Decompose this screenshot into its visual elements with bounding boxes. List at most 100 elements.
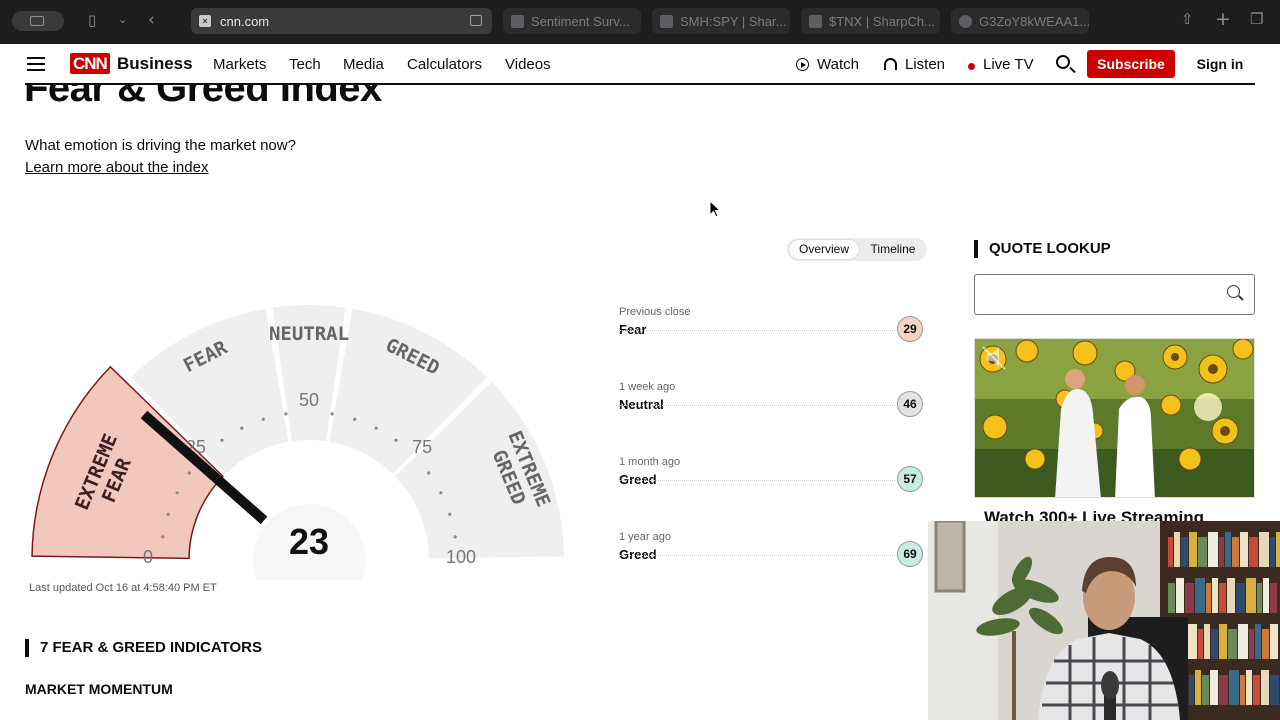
mouse-cursor-icon [709,200,722,218]
listen-link[interactable]: Listen [905,56,945,73]
book [1195,670,1201,705]
share-icon[interactable]: ⇧ [1181,12,1194,27]
browser-tab[interactable]: $TNX | SharpCh... [801,8,940,34]
book [1211,629,1218,659]
gauge-scale-dot [453,535,457,539]
book [1270,537,1275,567]
gauge-scale-dot [448,512,452,516]
book [1219,624,1227,659]
reader-icon[interactable] [470,15,482,26]
book [1168,537,1173,567]
search-icon[interactable] [1227,285,1240,298]
header-divider [25,83,1255,85]
new-tab-icon[interactable]: + [1215,10,1231,29]
learn-more-link[interactable]: Learn more about the index [25,159,208,176]
watch-link[interactable]: Watch [817,56,859,73]
history-label: Previous close [619,306,691,318]
book [1204,624,1210,659]
fear-greed-gauge: 0255075100EXTREMEFEARFEARNEUTRALGREEDEXT… [31,305,564,580]
book [1255,624,1261,659]
quote-lookup-heading: QUOTE LOOKUP [974,240,1111,258]
nav-link-tech[interactable]: Tech [289,56,321,73]
video-thumbnail[interactable] [974,338,1255,498]
book [1246,578,1256,613]
menu-icon[interactable] [27,57,45,71]
book [1240,532,1248,567]
site-favicon-icon: × [199,15,211,27]
history-label: 1 month ago [619,456,681,468]
dotted-leader [619,480,895,481]
gauge-tick-label: 100 [446,547,476,567]
book [1249,537,1258,567]
tab-favicon-icon [809,15,822,28]
book [1225,532,1231,567]
history-label: 1 week ago [619,381,676,393]
live-dot-icon [968,63,975,70]
book [1259,532,1269,567]
gauge-value: 23 [289,521,329,562]
book [1276,532,1280,567]
business-logo-text[interactable]: Business [117,54,193,74]
book [1189,532,1197,567]
gauge-scale-dot [394,438,398,442]
live-tv-link[interactable]: Live TV [983,56,1034,73]
book [1219,537,1224,567]
play-circle-icon [796,58,809,71]
search-icon[interactable] [1056,55,1070,69]
history-score-badge: 29 [897,316,923,342]
headphones-icon [884,58,897,70]
chevron-down-icon[interactable]: ⌄ [118,14,127,25]
book [1168,583,1175,613]
gauge-tick-label: 75 [412,437,432,457]
book [1202,675,1209,705]
book [1176,578,1184,613]
browser-tab[interactable]: G3ZoY8kWEAA1... [951,8,1089,34]
zone-label-neutral: NEUTRAL [269,323,349,345]
book [1198,537,1207,567]
gauge-scale-dot [187,471,191,475]
tab-favicon-icon [511,15,524,28]
browser-toolbar: ▯ ⌄ ‹ × cnn.com Sentiment Surv... SMH:SP… [0,0,1280,44]
sidebar-icon[interactable]: ▯ [88,13,96,28]
browser-tab[interactable]: Sentiment Surv... [503,8,641,34]
gauge-scale-dot [353,417,357,421]
tab-favicon-icon [660,15,673,28]
book [1219,675,1228,705]
book [1187,624,1197,659]
nav-link-media[interactable]: Media [343,56,384,73]
tab-title: Sentiment Surv... [531,14,630,29]
browser-tab[interactable]: SMH:SPY | Shar... [652,8,790,34]
subscribe-button[interactable]: Subscribe [1087,50,1175,78]
view-toggle: Overview Timeline [787,238,927,261]
overview-tab[interactable]: Overview [789,240,859,259]
gauge-scale-dot [175,491,179,495]
book [1236,583,1245,613]
cnn-logo[interactable]: CNN [70,53,110,74]
sign-in-button[interactable]: Sign in [1186,50,1254,78]
gauge-scale-dot [427,471,431,475]
history-label: 1 year ago [619,531,671,543]
gauge-tick-label: 50 [299,390,319,410]
book [1229,670,1239,705]
book [1270,583,1277,613]
tab-overview-icon[interactable]: ❐ [1250,12,1263,27]
tab-title: G3ZoY8kWEAA1... [979,14,1089,29]
back-icon[interactable]: ‹ [148,12,155,29]
quote-lookup-input[interactable] [974,274,1255,315]
address-bar[interactable]: × cnn.com [191,8,492,34]
index-subtitle: What emotion is driving the market now? [25,137,296,154]
gauge-scale-dot [220,438,224,442]
book [1228,629,1237,659]
window-switcher-button[interactable] [12,11,64,31]
gauge-scale-dot [330,412,334,416]
book [1263,578,1269,613]
market-momentum-heading: MARKET MOMENTUM [25,681,173,697]
timeline-tab[interactable]: Timeline [861,240,925,259]
book [1270,624,1278,659]
nav-link-calculators[interactable]: Calculators [407,56,482,73]
gauge-tick-label: 0 [143,547,153,567]
nav-link-markets[interactable]: Markets [213,56,266,73]
gauge-scale-dot [161,535,165,539]
nav-link-videos[interactable]: Videos [505,56,551,73]
tab-favicon-icon [959,15,972,28]
